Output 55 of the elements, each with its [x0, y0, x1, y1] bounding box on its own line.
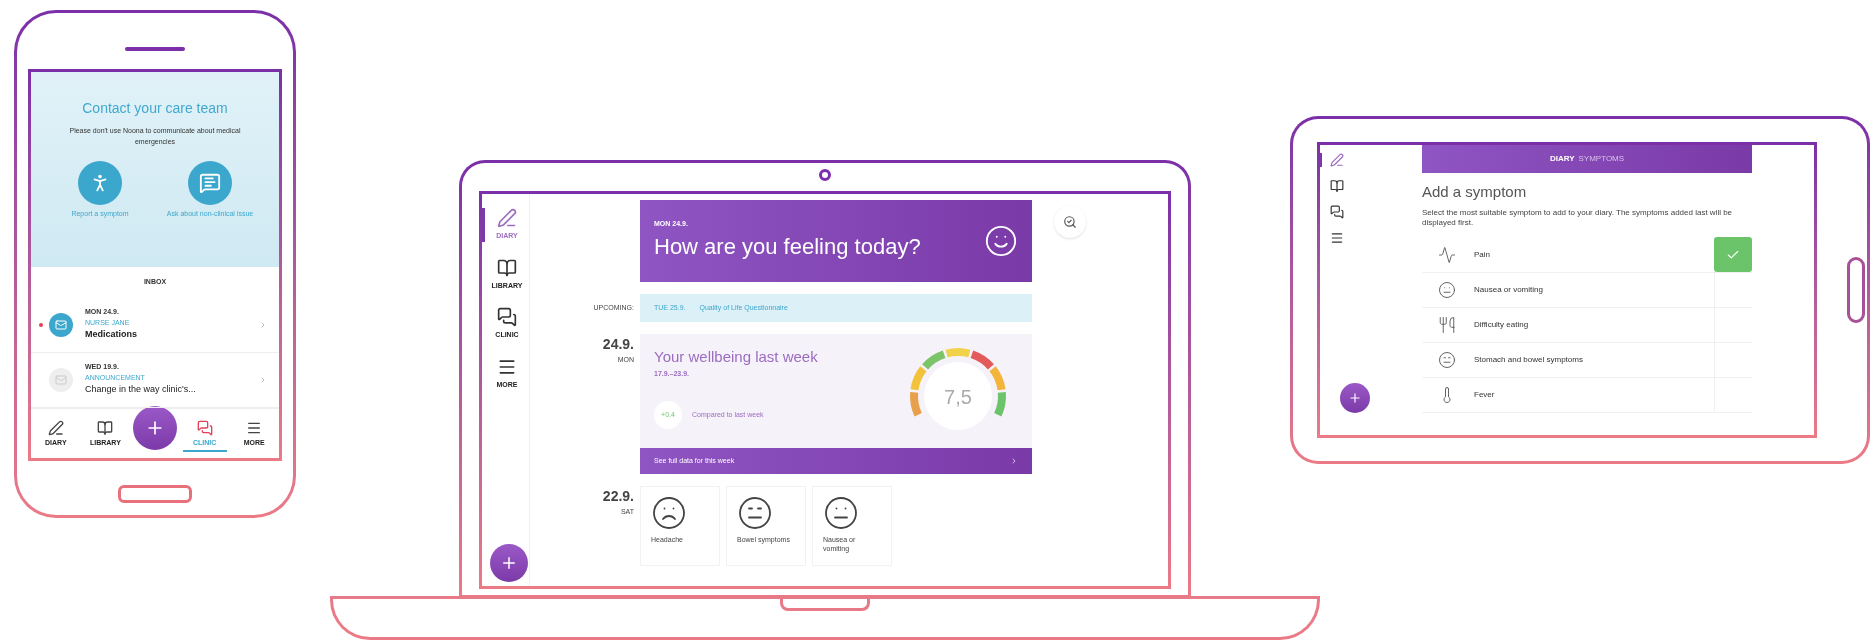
symptom-row[interactable]: Difficulty eating [1422, 307, 1752, 343]
symptom-icon [1438, 350, 1456, 369]
header-tab[interactable]: SYMPTOMS [1578, 153, 1625, 165]
camera [819, 169, 831, 181]
face-icon [651, 495, 687, 531]
symptom-row[interactable]: Fever [1422, 377, 1752, 413]
symptom-label: Nausea or vomiting [1474, 283, 1544, 296]
chevron-icon [259, 375, 267, 384]
symptom-label: Pain [1474, 248, 1491, 261]
symptom-row[interactable]: Nausea or vomiting [1422, 272, 1752, 308]
more-icon [1330, 231, 1344, 245]
symptom-label: Difficulty eating [1474, 318, 1530, 331]
library-icon [97, 419, 114, 436]
symptom-icon [1438, 280, 1456, 299]
face-icon [823, 495, 859, 531]
plus-icon [500, 554, 518, 572]
clinic-icon [196, 419, 213, 436]
symptom-icon [1438, 315, 1456, 334]
banner-question: How are you feeling today? [654, 232, 921, 261]
diary-icon [47, 419, 64, 436]
add-button[interactable] [1340, 383, 1370, 413]
message-subject: Medications [85, 328, 138, 342]
add-button[interactable] [133, 406, 177, 450]
add-button[interactable] [490, 544, 528, 582]
symptom-label: Fever [1474, 388, 1496, 401]
message-icon [199, 172, 221, 194]
wellbeing-title: Your wellbeing last week [654, 347, 818, 367]
symptom-row[interactable]: Stomach and bowel symptoms [1422, 342, 1752, 378]
day-date: 22.9. [602, 487, 634, 506]
stats-button[interactable] [1054, 206, 1086, 238]
face-icon [984, 224, 1018, 258]
symptom-checkbox[interactable] [1714, 237, 1752, 272]
home-button[interactable] [118, 485, 192, 503]
message-subject: Change in the way clinic's... [85, 383, 197, 397]
wellbeing-score: 7,5 [943, 385, 973, 410]
page-description: Select the most suitable symptom to add to your diary. The symptoms added last will be displayed first. [1422, 207, 1734, 228]
plus-icon [1348, 391, 1362, 405]
library-icon [1330, 179, 1344, 193]
symptom-icon [1438, 245, 1456, 264]
diary-icon [497, 208, 517, 228]
face-icon [737, 495, 773, 531]
clinic-icon [497, 307, 517, 327]
clinic-icon [1330, 205, 1344, 219]
chevron-icon [1010, 457, 1018, 465]
library-icon [497, 257, 517, 278]
header-tab[interactable]: DIARY [1549, 153, 1575, 165]
page-title: Add a symptom [1422, 182, 1528, 202]
home-button[interactable] [1847, 257, 1865, 323]
symptom-row[interactable]: Pain [1422, 237, 1752, 273]
speaker [125, 47, 185, 51]
contact-title: Contact your care team [82, 99, 228, 118]
chevron-icon [259, 320, 267, 329]
symptom-label: Stomach and bowel symptoms [1474, 353, 1584, 366]
diary-icon [1330, 153, 1344, 167]
day-date: 24.9. [602, 335, 634, 354]
